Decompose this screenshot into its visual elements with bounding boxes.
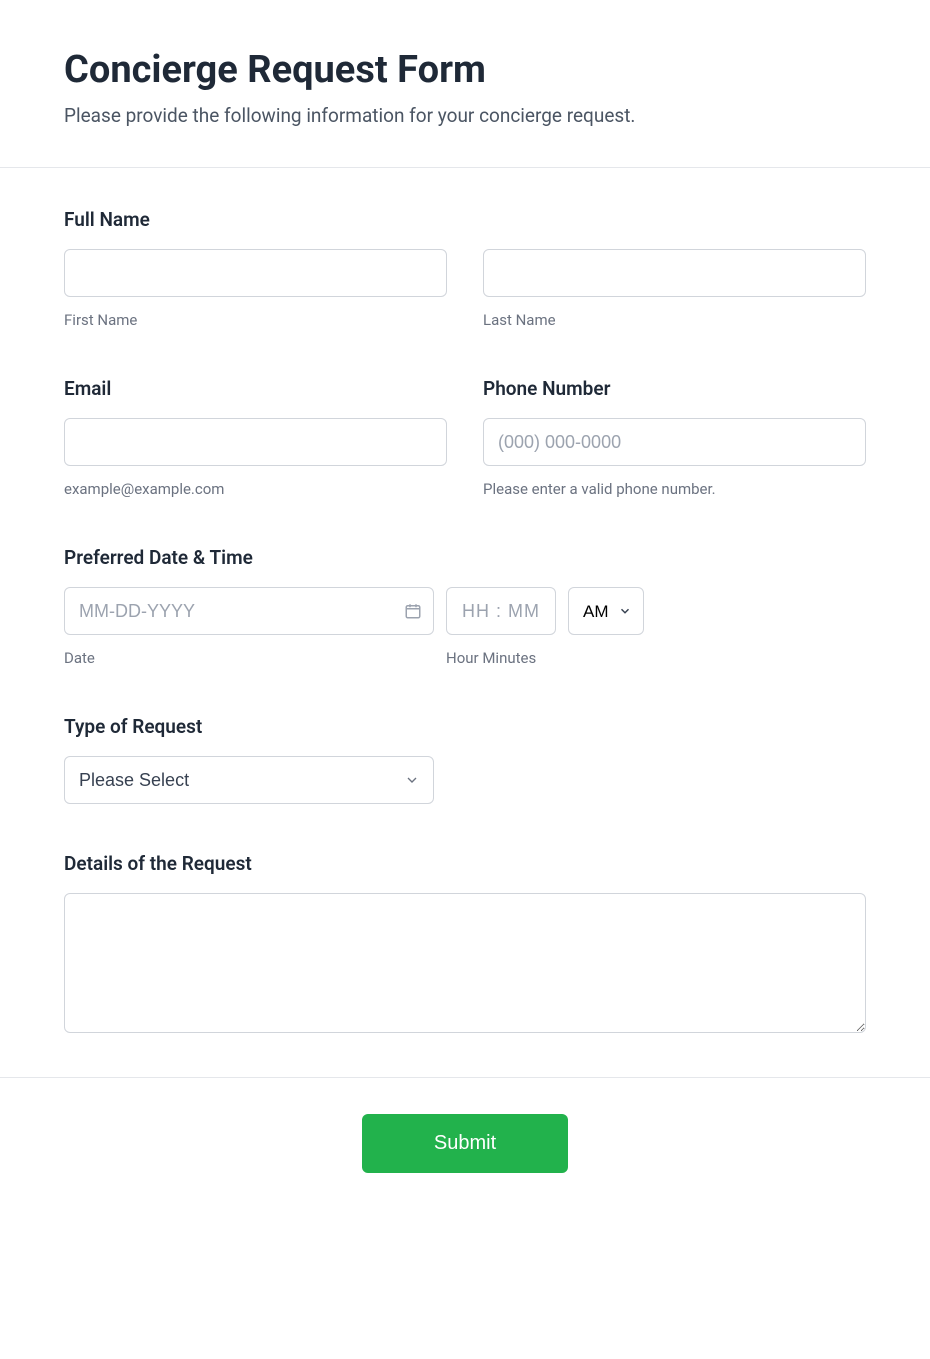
page-title: Concierge Request Form bbox=[64, 48, 866, 92]
first-name-input[interactable] bbox=[64, 249, 447, 297]
first-name-sublabel: First Name bbox=[64, 311, 447, 329]
details-group: Details of the Request bbox=[64, 852, 866, 1037]
email-hint: example@example.com bbox=[64, 480, 447, 498]
request-type-label: Type of Request bbox=[64, 715, 866, 738]
calendar-icon bbox=[404, 602, 422, 620]
phone-group: Phone Number Please enter a valid phone … bbox=[483, 377, 866, 498]
phone-hint: Please enter a valid phone number. bbox=[483, 480, 866, 498]
form-header: Concierge Request Form Please provide th… bbox=[0, 0, 930, 168]
full-name-label: Full Name bbox=[64, 208, 866, 231]
email-input[interactable] bbox=[64, 418, 447, 466]
details-textarea[interactable] bbox=[64, 893, 866, 1033]
ampm-select[interactable]: AM bbox=[568, 587, 644, 635]
form-body: Full Name First Name Last Name Email exa… bbox=[0, 168, 930, 1077]
datetime-group: Preferred Date & Time Date bbox=[64, 546, 866, 667]
last-name-input[interactable] bbox=[483, 249, 866, 297]
time-input[interactable] bbox=[446, 587, 556, 635]
date-input[interactable] bbox=[64, 587, 434, 635]
details-label: Details of the Request bbox=[64, 852, 866, 875]
email-label: Email bbox=[64, 377, 447, 400]
datetime-label: Preferred Date & Time bbox=[64, 546, 866, 569]
time-sublabel: Hour Minutes bbox=[446, 649, 644, 667]
date-sublabel: Date bbox=[64, 649, 434, 667]
phone-input[interactable] bbox=[483, 418, 866, 466]
request-type-select[interactable]: Please Select bbox=[64, 756, 434, 804]
submit-button[interactable]: Submit bbox=[362, 1114, 568, 1173]
form-footer: Submit bbox=[0, 1077, 930, 1223]
email-group: Email example@example.com bbox=[64, 377, 447, 498]
phone-label: Phone Number bbox=[483, 377, 866, 400]
last-name-sublabel: Last Name bbox=[483, 311, 866, 329]
request-type-group: Type of Request Please Select bbox=[64, 715, 866, 804]
page-subtitle: Please provide the following information… bbox=[64, 104, 866, 127]
full-name-group: Full Name First Name Last Name bbox=[64, 208, 866, 329]
